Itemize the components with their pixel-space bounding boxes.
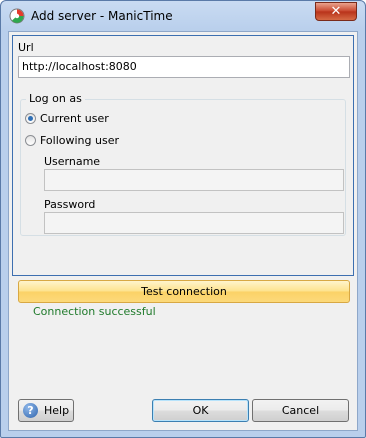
password-label: Password: [44, 198, 96, 211]
test-connection-button[interactable]: Test connection: [18, 280, 350, 303]
help-icon: ?: [23, 403, 38, 418]
current-user-label[interactable]: Current user: [40, 112, 109, 125]
close-button[interactable]: ✕: [315, 2, 357, 21]
username-label: Username: [44, 155, 101, 168]
cancel-button[interactable]: Cancel: [252, 399, 349, 422]
following-user-label[interactable]: Following user: [40, 134, 119, 147]
connection-status: Connection successful: [33, 305, 156, 318]
url-label: Url: [18, 41, 34, 54]
username-input[interactable]: [44, 169, 344, 191]
close-icon: ✕: [330, 4, 342, 19]
window-title: Add server - ManicTime: [31, 9, 173, 23]
title-bar[interactable]: Add server - ManicTime ✕: [1, 1, 365, 31]
dialog-content: Url http://localhost:8080 Log on as Curr…: [8, 31, 358, 431]
current-user-radio[interactable]: [25, 113, 36, 124]
ok-button[interactable]: OK: [152, 399, 249, 422]
logon-group-title: Log on as: [26, 92, 85, 105]
url-input[interactable]: http://localhost:8080: [18, 56, 350, 78]
following-user-radio[interactable]: [25, 135, 36, 146]
password-input[interactable]: [44, 212, 344, 234]
help-button[interactable]: ? Help: [18, 399, 74, 422]
manictime-app-icon: [9, 8, 25, 24]
help-label: Help: [44, 404, 70, 417]
dialog-window: Add server - ManicTime ✕ Url http://loca…: [0, 0, 366, 438]
